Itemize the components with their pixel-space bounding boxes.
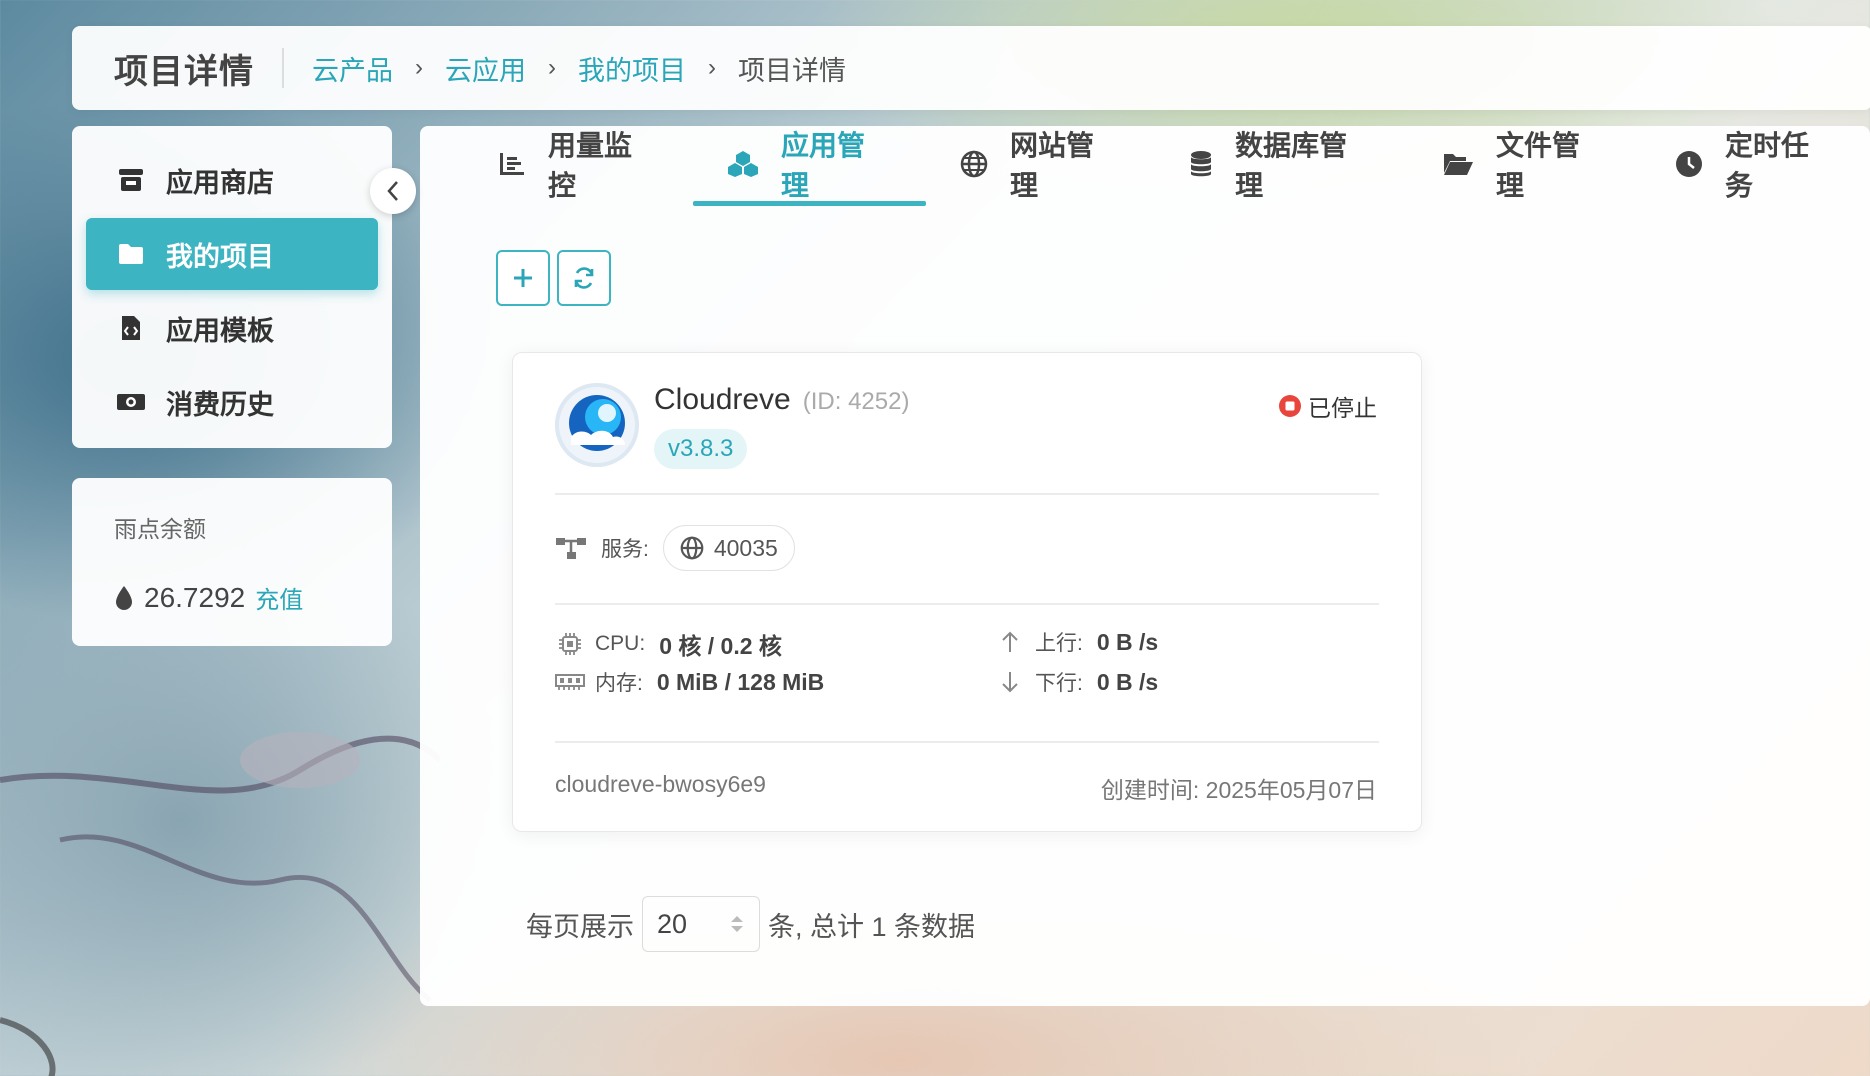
card-divider [555,741,1379,743]
upload-label: 上行: [1035,632,1083,655]
tab-usage-monitor[interactable]: 用量监控 [464,126,693,202]
breadcrumb-cloud-apps[interactable]: 云应用 [445,49,526,88]
sidebar-item-label: 消费历史 [166,389,274,420]
sidebar-item-label: 应用模板 [166,315,274,346]
balance-panel: 雨点余额 26.7292 充值 [72,478,392,646]
main-panel: 用量监控 应用管理 网站管理 数据库管理 文件管理 定时任务 Cloudreve… [420,126,1870,1006]
file-code-icon [116,313,146,343]
download-metric: 下行: 0 B /s [995,667,1158,697]
sort-arrows-icon [731,916,743,932]
refresh-button[interactable] [557,250,611,306]
tab-file-management[interactable]: 文件管理 [1408,126,1641,202]
chevron-right-icon: › [548,54,556,81]
memory-value: 0 MiB / 128 MiB [656,668,825,695]
breadcrumb-current: 项目详情 [738,55,846,86]
money-icon [116,387,146,417]
stop-status-icon [1279,395,1301,417]
cpu-label: CPU: [595,632,646,655]
network-icon [556,538,586,559]
chevron-right-icon: › [415,54,423,81]
recharge-link[interactable]: 充值 [255,580,303,615]
sidebar: 应用商店 我的项目 应用模板 消费历史 [72,126,392,448]
tab-label: 定时任务 [1724,130,1809,201]
sidebar-item-label: 应用商店 [166,167,274,198]
tab-label: 网站管理 [1010,130,1095,201]
sidebar-item-billing-history[interactable]: 消费历史 [86,366,378,438]
tab-label: 用量监控 [548,130,633,201]
globe-icon [680,536,704,560]
breadcrumb-cloud-products[interactable]: 云产品 [312,49,393,88]
app-slug: cloudreve-bwosy6e9 [555,771,766,797]
breadcrumb-my-projects[interactable]: 我的项目 [578,49,686,88]
tab-label: 应用管理 [781,130,866,201]
cpu-metric: CPU: 0 核 / 0.2 核 [555,627,782,661]
sidebar-item-my-projects[interactable]: 我的项目 [86,218,378,290]
version-badge: v3.8.3 [654,429,748,469]
tab-app-management[interactable]: 应用管理 [693,126,927,206]
cubes-icon [727,150,759,178]
pager-prefix: 每页展示 [526,911,634,942]
cpu-value: 0 核 / 0.2 核 [659,633,782,659]
droplet-icon [116,585,132,610]
status-badge: 已停止 [1278,389,1377,423]
tab-label: 数据库管理 [1235,130,1348,201]
globe-icon [960,150,988,178]
arrow-up-icon [995,630,1025,654]
upload-value: 0 B /s [1096,628,1159,655]
status-text: 已停止 [1308,395,1377,421]
balance-value: 26.7292 [144,581,246,613]
app-name-text: Cloudreve [654,383,791,416]
page-title: 项目详情 [114,52,254,91]
tab-label: 文件管理 [1495,130,1580,201]
chevron-left-icon [387,181,398,201]
memory-icon [555,672,585,692]
background-branch-decoration [0,732,440,1076]
created-time: 创建时间: 2025年05月07日 [1100,777,1377,803]
cloudreve-logo [555,383,639,467]
page-size-value: 20 [657,908,688,939]
card-divider [555,493,1379,495]
cpu-icon [555,631,585,657]
arrow-down-icon [995,670,1025,694]
collapse-sidebar-button[interactable] [370,168,416,214]
page-header: 项目详情 云产品 › 云应用 › 我的项目 › 项目详情 [72,26,1870,110]
sidebar-item-app-templates[interactable]: 应用模板 [86,292,378,364]
tab-website-management[interactable]: 网站管理 [926,126,1155,202]
refresh-icon [574,267,594,289]
tab-bar: 用量监控 应用管理 网站管理 数据库管理 文件管理 定时任务 [464,126,1870,206]
app-card[interactable]: Cloudreve (ID: 4252) v3.8.3 已停止 服务: 40035… [512,352,1422,832]
download-label: 下行: [1035,672,1083,695]
store-icon [116,165,146,195]
pager-suffix: 条, 总计 1 条数据 [768,911,976,942]
chevron-right-icon: › [708,54,716,81]
list-icon [498,151,526,177]
memory-label: 内存: [595,672,643,695]
sidebar-item-label: 我的项目 [166,241,274,272]
database-icon [1189,150,1213,178]
service-label: 服务: [601,538,649,561]
pagination: 每页展示 20 条, 总计 1 条数据 [526,896,975,952]
card-divider [555,603,1379,605]
tab-scheduled-tasks[interactable]: 定时任务 [1641,126,1870,202]
sidebar-item-app-store[interactable]: 应用商店 [86,144,378,216]
plus-icon [514,269,532,287]
download-value: 0 B /s [1096,668,1159,695]
memory-metric: 内存: 0 MiB / 128 MiB [555,667,824,697]
app-name: Cloudreve (ID: 4252) [654,383,909,417]
page-size-select[interactable]: 20 [642,896,760,952]
folder-open-icon [1442,151,1474,177]
balance-label: 雨点余额 [114,516,206,542]
tab-database-management[interactable]: 数据库管理 [1155,126,1408,202]
app-id: (ID: 4252) [802,388,910,415]
port-link[interactable]: 40035 [662,525,795,571]
folder-icon [116,239,146,269]
add-app-button[interactable] [496,250,550,306]
clock-icon [1675,150,1703,178]
header-divider [282,48,284,88]
upload-metric: 上行: 0 B /s [995,627,1158,657]
port-number: 40035 [713,534,778,561]
